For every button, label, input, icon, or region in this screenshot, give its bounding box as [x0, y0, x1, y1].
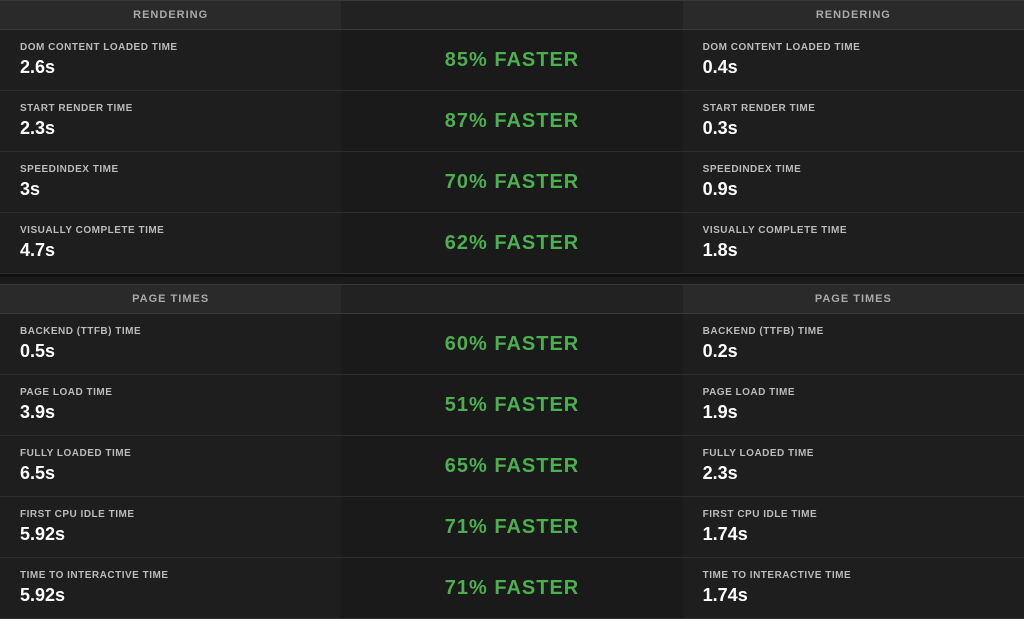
faster-badge: 71% FASTER	[445, 516, 579, 539]
data-row: START RENDER TIME 2.3s 87% FASTER START …	[0, 91, 1024, 152]
left-cell: TIME TO INTERACTIVE TIME 5.92s	[0, 558, 341, 618]
page-times-header-row: PAGE TIMES PAGE TIMES	[0, 284, 1024, 314]
page-times-middle-header	[341, 284, 682, 314]
data-row: DOM CONTENT LOADED TIME 2.6s 85% FASTER …	[0, 30, 1024, 91]
right-cell: PAGE LOAD TIME 1.9s	[683, 375, 1024, 435]
right-cell: DOM CONTENT LOADED TIME 0.4s	[683, 30, 1024, 90]
left-metric-label: DOM CONTENT LOADED TIME	[20, 42, 321, 53]
rendering-left-header: RENDERING	[0, 0, 341, 30]
left-metric-value: 0.5s	[20, 341, 321, 362]
left-cell: START RENDER TIME 2.3s	[0, 91, 341, 151]
faster-badge: 62% FASTER	[445, 232, 579, 255]
right-metric-value: 1.8s	[703, 240, 1004, 261]
right-metric-value: 0.4s	[703, 57, 1004, 78]
data-row: PAGE LOAD TIME 3.9s 51% FASTER PAGE LOAD…	[0, 375, 1024, 436]
middle-cell: 62% FASTER	[341, 213, 682, 273]
rendering-rows: DOM CONTENT LOADED TIME 2.6s 85% FASTER …	[0, 30, 1024, 274]
left-metric-value: 5.92s	[20, 524, 321, 545]
right-metric-label: PAGE LOAD TIME	[703, 387, 1004, 398]
left-metric-label: START RENDER TIME	[20, 103, 321, 114]
left-metric-label: TIME TO INTERACTIVE TIME	[20, 570, 321, 581]
faster-badge: 51% FASTER	[445, 394, 579, 417]
left-metric-label: SPEEDINDEX TIME	[20, 164, 321, 175]
right-metric-value: 1.9s	[703, 402, 1004, 423]
data-row: FULLY LOADED TIME 6.5s 65% FASTER FULLY …	[0, 436, 1024, 497]
right-cell: FULLY LOADED TIME 2.3s	[683, 436, 1024, 496]
page-times-rows: BACKEND (TTFB) TIME 0.5s 60% FASTER BACK…	[0, 314, 1024, 619]
middle-cell: 87% FASTER	[341, 91, 682, 151]
right-cell: TIME TO INTERACTIVE TIME 1.74s	[683, 558, 1024, 618]
left-cell: FIRST CPU IDLE TIME 5.92s	[0, 497, 341, 557]
rendering-header-row: RENDERING RENDERING	[0, 0, 1024, 30]
faster-badge: 60% FASTER	[445, 333, 579, 356]
left-metric-value: 4.7s	[20, 240, 321, 261]
right-metric-label: FULLY LOADED TIME	[703, 448, 1004, 459]
data-row: VISUALLY COMPLETE TIME 4.7s 62% FASTER V…	[0, 213, 1024, 274]
right-cell: FIRST CPU IDLE TIME 1.74s	[683, 497, 1024, 557]
left-metric-label: FULLY LOADED TIME	[20, 448, 321, 459]
left-cell: VISUALLY COMPLETE TIME 4.7s	[0, 213, 341, 273]
rendering-right-header: RENDERING	[683, 0, 1024, 30]
middle-cell: 85% FASTER	[341, 30, 682, 90]
left-cell: FULLY LOADED TIME 6.5s	[0, 436, 341, 496]
right-metric-value: 0.2s	[703, 341, 1004, 362]
page-times-right-header: PAGE TIMES	[683, 284, 1024, 314]
faster-badge: 71% FASTER	[445, 577, 579, 600]
right-metric-label: START RENDER TIME	[703, 103, 1004, 114]
right-metric-value: 2.3s	[703, 463, 1004, 484]
faster-badge: 65% FASTER	[445, 455, 579, 478]
faster-badge: 70% FASTER	[445, 171, 579, 194]
middle-cell: 71% FASTER	[341, 558, 682, 618]
left-metric-value: 5.92s	[20, 585, 321, 606]
left-metric-label: BACKEND (TTFB) TIME	[20, 326, 321, 337]
data-row: SPEEDINDEX TIME 3s 70% FASTER SPEEDINDEX…	[0, 152, 1024, 213]
left-metric-value: 3.9s	[20, 402, 321, 423]
middle-cell: 70% FASTER	[341, 152, 682, 212]
middle-cell: 60% FASTER	[341, 314, 682, 374]
right-metric-label: DOM CONTENT LOADED TIME	[703, 42, 1004, 53]
left-cell: DOM CONTENT LOADED TIME 2.6s	[0, 30, 341, 90]
right-metric-label: BACKEND (TTFB) TIME	[703, 326, 1004, 337]
right-metric-value: 0.9s	[703, 179, 1004, 200]
left-metric-value: 2.6s	[20, 57, 321, 78]
right-metric-value: 0.3s	[703, 118, 1004, 139]
data-row: FIRST CPU IDLE TIME 5.92s 71% FASTER FIR…	[0, 497, 1024, 558]
left-cell: BACKEND (TTFB) TIME 0.5s	[0, 314, 341, 374]
faster-badge: 85% FASTER	[445, 49, 579, 72]
left-metric-value: 6.5s	[20, 463, 321, 484]
data-row: TIME TO INTERACTIVE TIME 5.92s 71% FASTE…	[0, 558, 1024, 619]
page-times-left-header: PAGE TIMES	[0, 284, 341, 314]
right-metric-value: 1.74s	[703, 524, 1004, 545]
left-cell: SPEEDINDEX TIME 3s	[0, 152, 341, 212]
right-metric-label: SPEEDINDEX TIME	[703, 164, 1004, 175]
middle-cell: 51% FASTER	[341, 375, 682, 435]
right-metric-label: TIME TO INTERACTIVE TIME	[703, 570, 1004, 581]
right-metric-value: 1.74s	[703, 585, 1004, 606]
left-metric-label: VISUALLY COMPLETE TIME	[20, 225, 321, 236]
left-metric-value: 2.3s	[20, 118, 321, 139]
faster-badge: 87% FASTER	[445, 110, 579, 133]
right-cell: VISUALLY COMPLETE TIME 1.8s	[683, 213, 1024, 273]
left-cell: PAGE LOAD TIME 3.9s	[0, 375, 341, 435]
left-metric-label: PAGE LOAD TIME	[20, 387, 321, 398]
left-metric-value: 3s	[20, 179, 321, 200]
middle-cell: 71% FASTER	[341, 497, 682, 557]
rendering-middle-header	[341, 0, 682, 30]
right-cell: START RENDER TIME 0.3s	[683, 91, 1024, 151]
right-cell: BACKEND (TTFB) TIME 0.2s	[683, 314, 1024, 374]
right-cell: SPEEDINDEX TIME 0.9s	[683, 152, 1024, 212]
middle-cell: 65% FASTER	[341, 436, 682, 496]
right-metric-label: VISUALLY COMPLETE TIME	[703, 225, 1004, 236]
data-row: BACKEND (TTFB) TIME 0.5s 60% FASTER BACK…	[0, 314, 1024, 375]
